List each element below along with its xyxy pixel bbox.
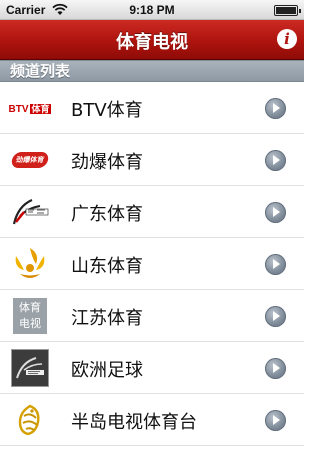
- info-button[interactable]: i: [277, 29, 297, 49]
- channel-label: 欧洲足球: [71, 360, 143, 381]
- navigation-bar: 体育电视 i: [0, 20, 304, 60]
- channel-row-shandong[interactable]: 山东体育: [0, 238, 304, 290]
- channel-label: 半岛电视体育台: [71, 412, 197, 433]
- aljazeera-logo-icon: [9, 400, 51, 440]
- channel-row-btv[interactable]: BTV 体育 BTV体育: [0, 82, 304, 134]
- channel-row-aljazeera-sports[interactable]: 半岛电视体育台: [0, 394, 304, 446]
- disclosure-button-icon[interactable]: [265, 202, 286, 223]
- section-header: 频道列表: [0, 60, 304, 82]
- channel-row-jinbao[interactable]: 劲爆体育 劲爆体育: [0, 134, 304, 186]
- disclosure-button-icon[interactable]: [265, 410, 286, 431]
- shandong-logo-icon: [9, 244, 51, 284]
- channel-label: 江苏体育: [71, 308, 143, 329]
- channel-row-jiangsu[interactable]: 体育 电视 江苏体育: [0, 290, 304, 342]
- channel-label: 劲爆体育: [71, 152, 143, 173]
- euro-football-logo-icon: [9, 348, 51, 388]
- jinbao-logo-text: 劲爆体育: [10, 152, 50, 168]
- channel-label: 广东体育: [71, 204, 143, 225]
- jinbao-logo-icon: 劲爆体育: [9, 140, 51, 180]
- channel-list: BTV 体育 BTV体育 劲爆体育 劲爆体育 广东体育 山东体育 体育 电视 江…: [0, 82, 304, 446]
- status-bar: Carrier 9:18 PM: [0, 0, 304, 20]
- guangdong-logo-icon: [9, 192, 51, 232]
- disclosure-button-icon[interactable]: [265, 254, 286, 275]
- jiangsu-logo-icon: 体育 电视: [9, 296, 51, 336]
- channel-row-euro-football[interactable]: 欧洲足球: [0, 342, 304, 394]
- channel-row-guangdong[interactable]: 广东体育: [0, 186, 304, 238]
- status-time: 9:18 PM: [129, 3, 175, 17]
- jiangsu-logo-line1: 体育: [19, 301, 41, 314]
- battery-icon: [274, 5, 301, 16]
- btv-logo-text: BTV: [9, 103, 29, 115]
- jiangsu-logo-line2: 电视: [19, 317, 41, 330]
- disclosure-button-icon[interactable]: [265, 150, 286, 171]
- disclosure-button-icon[interactable]: [265, 98, 286, 119]
- channel-label: BTV体育: [71, 100, 143, 121]
- page-title: 体育电视: [116, 32, 188, 53]
- channel-label: 山东体育: [71, 256, 143, 277]
- disclosure-button-icon[interactable]: [265, 358, 286, 379]
- btv-logo-badge: 体育: [29, 103, 51, 114]
- disclosure-button-icon[interactable]: [265, 306, 286, 327]
- btv-logo-icon: BTV 体育: [9, 88, 51, 128]
